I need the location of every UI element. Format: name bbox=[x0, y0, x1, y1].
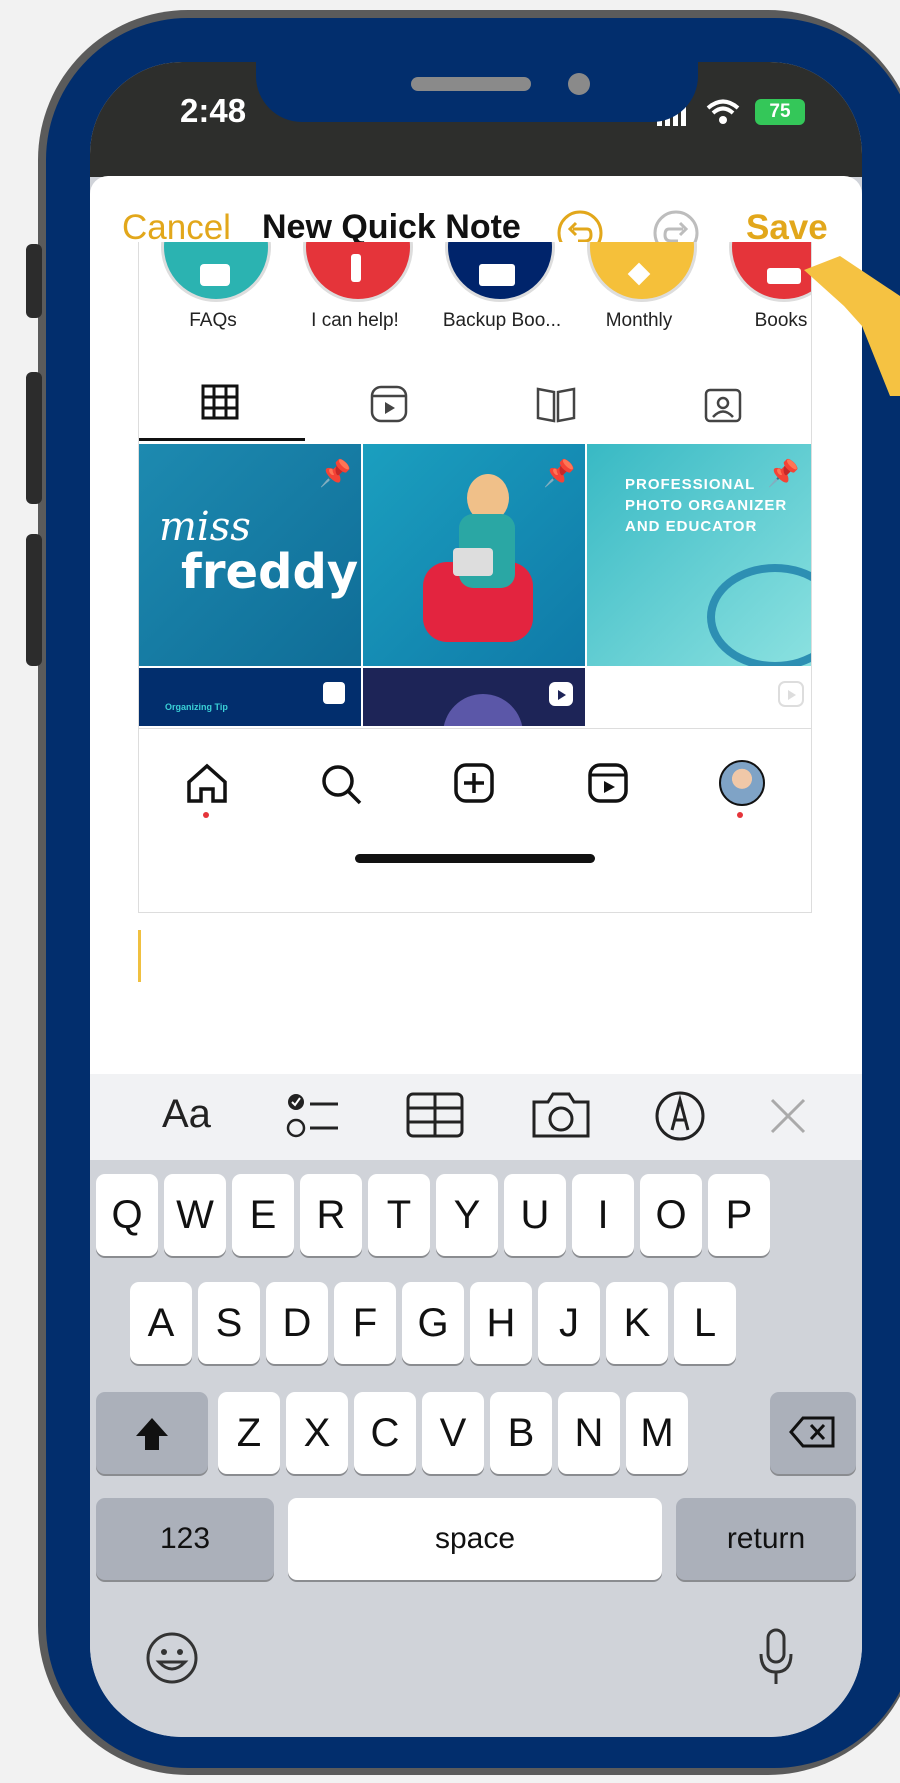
pasted-screenshot: FAQs I can help! Backup Boo... Monthly B… bbox=[138, 242, 812, 913]
active-tab-indicator bbox=[139, 438, 305, 441]
markup-icon[interactable] bbox=[654, 1090, 706, 1147]
microphone-icon[interactable] bbox=[756, 1628, 796, 1693]
key-e[interactable]: E bbox=[232, 1174, 294, 1256]
screen: 2:48 75 Cancel New Quick Note Save FAQs … bbox=[90, 62, 862, 1737]
key-q[interactable]: Q bbox=[96, 1174, 158, 1256]
reels-nav-icon bbox=[587, 762, 629, 809]
pointer-arrow bbox=[800, 256, 900, 401]
speaker-grille bbox=[411, 77, 531, 91]
notification-dot bbox=[737, 812, 743, 818]
key-t[interactable]: T bbox=[368, 1174, 430, 1256]
highlight-label: Monthly bbox=[605, 310, 673, 331]
carousel-icon bbox=[323, 682, 345, 704]
key-x[interactable]: X bbox=[286, 1392, 348, 1474]
profile-avatar-icon bbox=[719, 760, 765, 806]
tagged-tab-icon bbox=[703, 384, 743, 429]
mute-switch bbox=[26, 244, 42, 318]
status-time: 2:48 bbox=[180, 92, 247, 129]
home-icon bbox=[185, 762, 229, 809]
grid-icon bbox=[201, 384, 239, 425]
key-o[interactable]: O bbox=[640, 1174, 702, 1256]
key-k[interactable]: K bbox=[606, 1282, 668, 1364]
key-d[interactable]: D bbox=[266, 1282, 328, 1364]
reels-tab-icon bbox=[369, 384, 409, 429]
home-indicator bbox=[355, 854, 595, 863]
key-y[interactable]: Y bbox=[436, 1174, 498, 1256]
wifi-icon bbox=[706, 98, 740, 131]
post-tile-title: PROFESSIONAL PHOTO ORGANIZER AND EDUCATO… bbox=[587, 444, 811, 666]
numbers-key[interactable]: 123 bbox=[96, 1498, 274, 1580]
return-key[interactable]: return bbox=[676, 1498, 856, 1580]
search-icon bbox=[319, 762, 363, 811]
key-c[interactable]: C bbox=[354, 1392, 416, 1474]
space-key[interactable]: space bbox=[288, 1498, 662, 1580]
key-s[interactable]: S bbox=[198, 1282, 260, 1364]
key-n[interactable]: N bbox=[558, 1392, 620, 1474]
close-icon[interactable] bbox=[768, 1096, 808, 1141]
highlight-label: I can help! bbox=[311, 310, 399, 331]
key-j[interactable]: J bbox=[538, 1282, 600, 1364]
key-h[interactable]: H bbox=[470, 1282, 532, 1364]
laptop bbox=[453, 548, 493, 576]
cloud-arrow bbox=[707, 564, 811, 666]
logo-name: freddy bbox=[181, 544, 359, 600]
highlight-label: FAQs bbox=[189, 310, 237, 331]
create-icon bbox=[453, 762, 495, 809]
key-r[interactable]: R bbox=[300, 1174, 362, 1256]
monitor-icon bbox=[479, 264, 515, 286]
reel-icon-faded bbox=[777, 680, 805, 713]
guides-tab-icon bbox=[535, 384, 577, 429]
key-g[interactable]: G bbox=[402, 1282, 464, 1364]
delete-key[interactable] bbox=[770, 1392, 856, 1474]
key-f[interactable]: F bbox=[334, 1282, 396, 1364]
key-p[interactable]: P bbox=[708, 1174, 770, 1256]
pin-icon: 📌 bbox=[767, 458, 800, 488]
key-v[interactable]: V bbox=[422, 1392, 484, 1474]
nav-divider bbox=[139, 728, 811, 729]
tip-label: Organizing Tip bbox=[165, 702, 228, 712]
notch bbox=[256, 62, 698, 122]
key-w[interactable]: W bbox=[164, 1174, 226, 1256]
reel-icon bbox=[547, 680, 575, 713]
key-z[interactable]: Z bbox=[218, 1392, 280, 1474]
emoji-icon[interactable] bbox=[144, 1630, 200, 1691]
pin-icon: 📌 bbox=[543, 458, 576, 488]
front-camera bbox=[568, 73, 590, 95]
table-icon[interactable] bbox=[406, 1092, 464, 1143]
highlight-label: Books bbox=[754, 310, 808, 331]
format-text-button[interactable]: Aa bbox=[162, 1092, 211, 1137]
chat-bubble-icon bbox=[200, 264, 230, 286]
shift-key[interactable] bbox=[96, 1392, 208, 1474]
pin-icon: 📌 bbox=[319, 458, 352, 488]
highlight-label: Backup Boo... bbox=[442, 310, 562, 331]
camera-icon[interactable] bbox=[530, 1090, 592, 1145]
checklist-icon[interactable] bbox=[286, 1090, 342, 1145]
post-tile-logo: miss freddy 📌 bbox=[139, 444, 361, 666]
notification-dot bbox=[203, 812, 209, 818]
text-cursor[interactable] bbox=[138, 930, 141, 982]
battery-indicator: 75 bbox=[755, 99, 805, 125]
volume-down-button bbox=[26, 534, 42, 666]
key-a[interactable]: A bbox=[130, 1282, 192, 1364]
key-m[interactable]: M bbox=[626, 1392, 688, 1474]
reel-art bbox=[443, 694, 523, 726]
key-i[interactable]: I bbox=[572, 1174, 634, 1256]
volume-up-button bbox=[26, 372, 42, 504]
post-tile-reel bbox=[363, 668, 585, 726]
book-icon bbox=[767, 268, 801, 284]
key-l[interactable]: L bbox=[674, 1282, 736, 1364]
post-tile-avatar: 📌 bbox=[363, 444, 585, 666]
key-u[interactable]: U bbox=[504, 1174, 566, 1256]
exclamation-icon bbox=[351, 254, 361, 282]
post-tile-tip: Organizing Tip bbox=[139, 668, 361, 726]
key-b[interactable]: B bbox=[490, 1392, 552, 1474]
